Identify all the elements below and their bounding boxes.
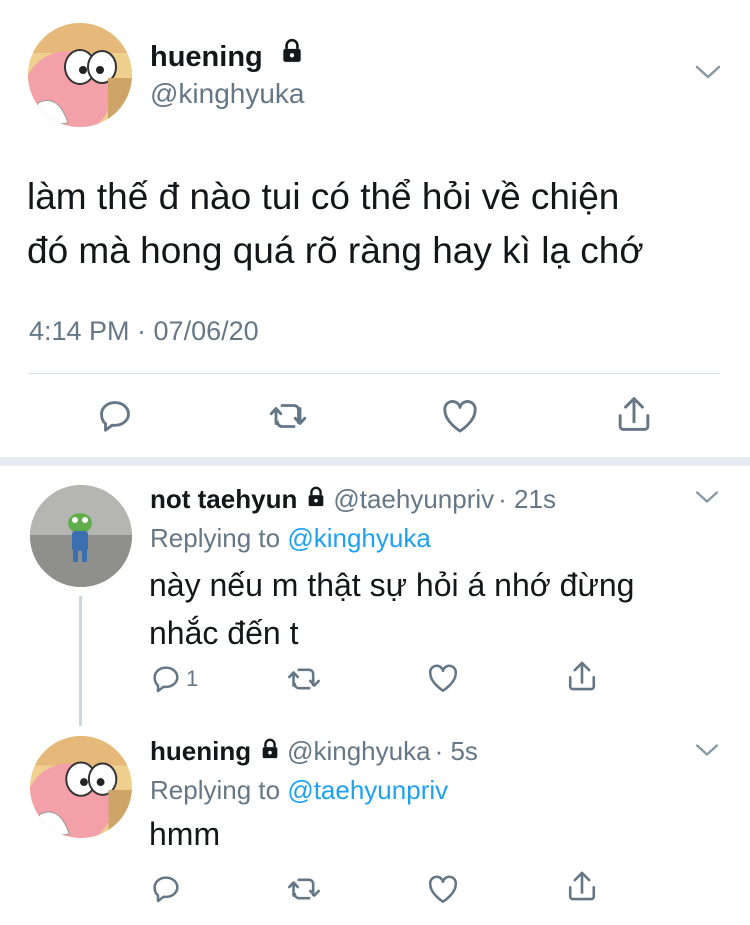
reply-icon [153, 876, 179, 903]
chevron-down-icon[interactable] [694, 741, 720, 764]
replying-to: Replying to @taehyunpriv [150, 774, 448, 806]
reply-button[interactable]: 1 [150, 663, 198, 695]
retweet-icon [288, 668, 320, 690]
reply-icon [100, 401, 130, 432]
reply-header: huening @kinghyuka · 5s [150, 735, 478, 767]
reply-button[interactable] [150, 873, 182, 905]
share-icon [618, 397, 650, 431]
reply-icon [153, 666, 179, 693]
tweet-text-line: làm thế đ nào tui có thể hỏi về chiện [27, 176, 620, 217]
section-divider [0, 457, 750, 466]
share-button[interactable] [566, 659, 598, 693]
heart-icon [428, 875, 458, 903]
like-button[interactable] [441, 398, 479, 434]
reply-text: hmm [149, 816, 221, 852]
display-name[interactable]: not taehyun [150, 484, 297, 514]
reply-count: 1 [186, 666, 199, 691]
retweet-button[interactable] [287, 663, 321, 695]
reply-header: not taehyun @taehyunpriv · 21s [150, 483, 556, 515]
handle[interactable]: @kinghyuka [150, 78, 305, 110]
relative-time[interactable]: · 5s [435, 736, 478, 766]
like-button[interactable] [427, 874, 459, 904]
heart-icon [428, 664, 458, 692]
reply-text-line: này nếu m thật sự hỏi á nhớ đừng [149, 567, 635, 603]
share-button[interactable] [615, 394, 653, 434]
thread-connector [79, 596, 82, 726]
retweet-icon [269, 404, 307, 428]
tweet-timestamp[interactable]: 4:14 PM · 07/06/20 [29, 314, 259, 348]
tweet-text: làm thế đ nào tui có thể hỏi về chiện đó… [27, 170, 644, 278]
handle[interactable]: @taehyunpriv [333, 484, 494, 514]
tweet-text-line: đó mà hong quá rõ ràng hay kì lạ chớ [27, 230, 644, 271]
chevron-down-icon[interactable] [694, 488, 720, 511]
display-name[interactable]: huening [150, 736, 251, 766]
retweet-button[interactable] [287, 873, 321, 905]
reply-button[interactable] [96, 397, 134, 435]
avatar[interactable] [28, 23, 132, 127]
lock-icon [279, 38, 305, 72]
heart-icon [443, 400, 477, 433]
share-button[interactable] [566, 869, 598, 903]
reply-text: này nếu m thật sự hỏi á nhớ đừng nhắc đế… [149, 561, 634, 657]
display-name-text[interactable]: huening [150, 41, 263, 73]
display-name[interactable]: huening [150, 38, 305, 74]
share-icon [568, 871, 596, 901]
replying-to-link[interactable]: @taehyunpriv [287, 775, 448, 805]
retweet-icon [288, 878, 320, 900]
share-icon [568, 661, 596, 691]
retweet-button[interactable] [268, 398, 308, 434]
reply-text-line: nhắc đến t [149, 615, 299, 651]
avatar[interactable] [30, 736, 132, 838]
replying-to-label: Replying to [150, 523, 281, 553]
divider [29, 373, 720, 374]
replying-to-link[interactable]: @kinghyuka [287, 523, 430, 553]
like-button[interactable] [427, 663, 459, 693]
handle[interactable]: @kinghyuka [287, 736, 430, 766]
avatar[interactable] [30, 485, 132, 587]
lock-icon [259, 735, 281, 767]
replying-to: Replying to @kinghyuka [150, 522, 431, 554]
relative-time[interactable]: · 21s [498, 484, 556, 514]
replying-to-label: Replying to [150, 775, 281, 805]
chevron-down-icon[interactable] [694, 62, 722, 87]
lock-icon [305, 483, 327, 515]
